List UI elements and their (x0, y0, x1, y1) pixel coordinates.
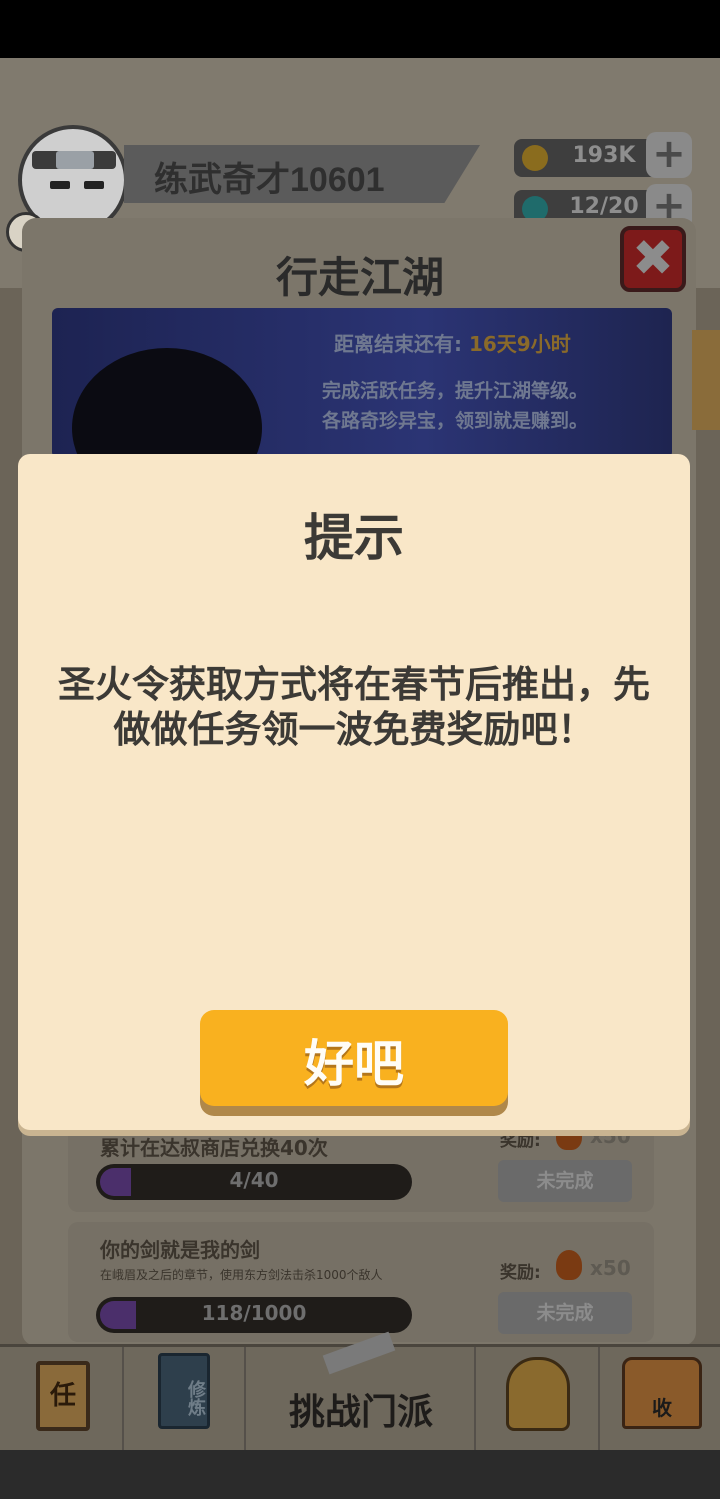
ninja-figure (72, 348, 262, 458)
helmet-icon (506, 1357, 570, 1431)
nav-challenge[interactable]: 挑战门派 (246, 1331, 476, 1453)
dialog-message: 圣火令获取方式将在春节后推出，先做做任务领一波免费奖励吧！ (58, 663, 650, 751)
coins-value: 193K (572, 143, 636, 168)
avatar-eye-right (84, 181, 104, 189)
fire-icon (556, 1250, 582, 1280)
avatar-eye-left (50, 181, 70, 189)
scroll-icon: 任 (36, 1361, 90, 1431)
task-subtitle: 在峨眉及之后的章节，使用东方剑法击杀1000个敌人 (100, 1268, 383, 1282)
book-icon: 修炼 (158, 1353, 210, 1429)
status-bar (0, 0, 720, 58)
close-icon: ✖ (632, 229, 674, 287)
task-progress-bar: 4/40 (96, 1164, 412, 1200)
event-panel-title: 行走江湖 (275, 253, 444, 302)
ok-label: 好吧 (304, 1035, 404, 1093)
ok-button[interactable]: 好吧 (200, 1010, 508, 1106)
player-name: 练武奇才10601 (154, 161, 385, 199)
task-title: 累计在达叔商店兑换40次 (100, 1136, 328, 1160)
system-nav-bar (0, 1450, 720, 1499)
close-button[interactable]: ✖ (620, 226, 686, 292)
nav-helmet[interactable] (476, 1347, 600, 1453)
coin-icon (522, 145, 548, 171)
bottom-nav: 任 修炼 挑战门派 收 (0, 1331, 720, 1453)
countdown-value: 16天9小时 (468, 332, 571, 356)
event-desc-line-2: 各路奇珍异宝，领到就是赚到。 (322, 410, 589, 432)
nav-cultivate[interactable]: 修炼 (124, 1347, 246, 1453)
challenge-label: 挑战门派 (288, 1392, 433, 1433)
dialog-title: 提示 (304, 509, 404, 567)
add-coins-button[interactable]: + (646, 132, 692, 178)
task-progress-text: 118/1000 (201, 1301, 307, 1325)
nav-tasks[interactable]: 任 (0, 1347, 124, 1453)
reward-count: x50 (590, 1256, 631, 1280)
task-title: 你的剑就是我的剑 (100, 1238, 260, 1262)
reward-label: 奖励: (500, 1263, 541, 1283)
task-status-button[interactable]: 未完成 (498, 1160, 632, 1202)
task-progress-text: 4/40 (229, 1168, 279, 1192)
nav-collect[interactable]: 收 (600, 1347, 720, 1453)
task-status-button[interactable]: 未完成 (498, 1292, 632, 1334)
event-desc-line-1: 完成活跃任务，提升江湖等级。 (322, 380, 589, 402)
countdown-label: 距离结束还有: (334, 332, 462, 356)
shop-icon: 收 (622, 1357, 702, 1429)
task-progress-bar: 118/1000 (96, 1297, 412, 1333)
headband-plate (56, 151, 94, 169)
energy-value: 12/20 (569, 194, 639, 219)
countdown-text: 距离结束还有: 16天9小时 (334, 328, 571, 357)
side-event-icon[interactable] (692, 330, 720, 430)
